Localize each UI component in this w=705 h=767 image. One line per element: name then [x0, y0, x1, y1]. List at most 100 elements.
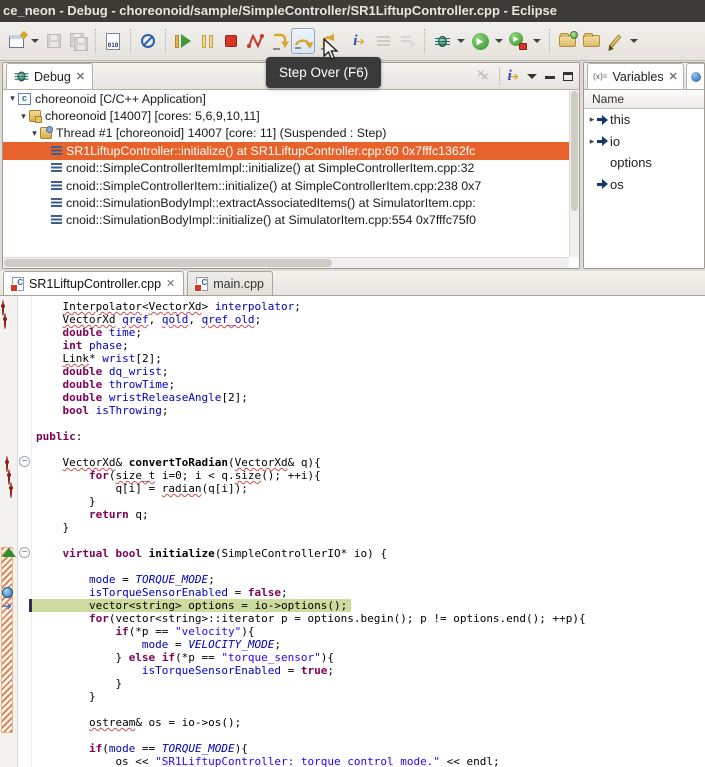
new-wizard-button[interactable] — [4, 28, 28, 54]
save-button[interactable] — [42, 28, 66, 54]
tree-row-label: Thread #1 [choreonoid] 14007 [core: 11] … — [56, 126, 386, 140]
profile-dropdown-caret[interactable] — [533, 39, 541, 43]
new-dropdown-caret[interactable] — [31, 39, 39, 43]
tab-variables[interactable]: (x)= Variables ✕ — [587, 63, 684, 89]
code-line — [32, 534, 705, 547]
open-element-button[interactable] — [579, 28, 603, 54]
remove-terminated-icon[interactable] — [477, 69, 491, 83]
drop-to-frame-icon — [397, 32, 417, 50]
main-toolbar: 010 i — [0, 22, 705, 61]
suspend-button[interactable] — [195, 28, 219, 54]
debug-horizontal-scrollbar[interactable] — [3, 257, 569, 268]
tree-expander[interactable]: ▾ — [7, 93, 18, 104]
debug-dropdown-caret[interactable] — [457, 39, 465, 43]
drop-to-frame-button[interactable] — [395, 28, 419, 54]
tree-expander[interactable]: ▾ — [29, 128, 40, 139]
code-line: public: — [32, 430, 705, 443]
run-button[interactable]: ▶ — [468, 28, 492, 54]
tab-debug[interactable]: Debug ✕ — [6, 63, 93, 89]
cpp-file-icon — [196, 277, 208, 291]
tree-row[interactable]: ▾ Thread #1 [choreonoid] 14007 [core: 11]… — [3, 125, 579, 142]
tab-breakpoints-partial[interactable] — [686, 63, 705, 89]
code-line — [32, 729, 705, 742]
view-menu-icon[interactable] — [527, 74, 537, 79]
collapse-icon[interactable]: − — [19, 547, 30, 558]
stack-frame-row[interactable]: cnoid::SimulationBodyImpl::initialize() … — [3, 212, 579, 229]
new-project-folder-icon — [559, 35, 576, 47]
variable-name: this — [610, 112, 630, 127]
thread-icon — [40, 127, 52, 139]
editor-body[interactable]: ➔ −− Interpolator<VectorXd> interpolator… — [0, 296, 705, 767]
binary-editor-button[interactable]: 010 — [101, 28, 125, 54]
collapse-icon[interactable]: − — [19, 456, 30, 467]
variable-row[interactable]: ▸ io — [584, 131, 704, 153]
variable-name: io — [610, 134, 620, 149]
debug-launch-tree[interactable]: ▾cchoreonoid [C/C++ Application]▾choreon… — [3, 90, 579, 268]
variable-row[interactable]: options — [584, 152, 704, 174]
c-app-icon: c — [18, 93, 31, 105]
resume-button[interactable] — [171, 28, 195, 54]
instruction-stepping-button[interactable]: i — [347, 28, 371, 54]
variable-expander[interactable]: ▸ — [584, 114, 597, 125]
code-line: mode = VELOCITY_MODE; — [32, 638, 705, 651]
step-into-button[interactable] — [267, 28, 291, 54]
code-line — [32, 417, 705, 430]
frame-icon — [51, 163, 62, 173]
code-line: double dq_wrist; — [32, 365, 705, 378]
terminate-button[interactable] — [219, 28, 243, 54]
stack-frame-row[interactable]: cnoid::SimpleControllerItemImpl::initial… — [3, 160, 579, 177]
editor-tab-main-cpp[interactable]: main.cpp — [187, 271, 273, 295]
instruction-stepping-mode-icon[interactable]: i — [508, 69, 519, 84]
variable-row[interactable]: ▸ this — [584, 109, 704, 131]
profile-button[interactable]: ▶ — [506, 28, 530, 54]
new-icon — [9, 35, 24, 48]
editor-tab-sr1liftupcontroller-cpp[interactable]: SR1LiftupController.cpp✕ — [3, 271, 184, 295]
change-bar — [1, 547, 13, 733]
profile-icon: ▶ — [509, 32, 527, 50]
variables-tab-close-icon[interactable]: ✕ — [669, 70, 678, 83]
stack-frame-row[interactable]: SR1LiftupController::initialize() at SR1… — [3, 142, 579, 159]
variable-row[interactable]: os — [584, 174, 704, 196]
code-line: bool isThrowing; — [32, 404, 705, 417]
editor-tabstrip: SR1LiftupController.cpp✕main.cpp — [0, 271, 705, 296]
code-line: } — [32, 690, 705, 703]
save-all-icon — [70, 33, 86, 49]
step-into-icon — [269, 31, 289, 51]
new-cpp-project-button[interactable] — [555, 28, 579, 54]
variable-arrow-icon — [597, 179, 610, 189]
maximize-icon[interactable] — [563, 72, 573, 81]
disconnect-button[interactable] — [243, 28, 267, 54]
stack-frame-row[interactable]: cnoid::SimpleControllerItem::initialize(… — [3, 177, 579, 194]
stack-frame-row[interactable]: cnoid::SimulationBodyImpl::extractAssoci… — [3, 194, 579, 211]
binary-icon: 010 — [106, 33, 120, 50]
annotation-ruler[interactable]: ➔ — [0, 296, 18, 767]
step-over-button[interactable] — [291, 28, 315, 54]
save-all-button[interactable] — [66, 28, 90, 54]
code-line: q[i] = radian(q[i]); — [32, 482, 705, 495]
code-line: if(*p == "velocity"){ — [32, 625, 705, 638]
mouse-cursor — [322, 38, 340, 62]
debug-tab-close-icon[interactable]: ✕ — [76, 70, 85, 83]
debug-vertical-scrollbar[interactable] — [569, 90, 579, 257]
tree-row[interactable]: ▾choreonoid [14007] [cores: 5,6,9,10,11] — [3, 107, 579, 124]
debug-button[interactable] — [430, 28, 454, 54]
variable-expander[interactable]: ▸ — [584, 136, 597, 147]
show-full-paths-button[interactable] — [371, 28, 395, 54]
process-icon — [29, 110, 41, 122]
editor-tab-close-icon[interactable]: ✕ — [166, 277, 175, 290]
folding-ruler[interactable]: −− — [18, 296, 32, 767]
search-markers-button[interactable] — [603, 28, 627, 54]
code-line: } else if(*p == "torque_sensor"){ — [32, 651, 705, 664]
frame-icon — [51, 146, 62, 156]
skip-breakpoints-button[interactable] — [136, 28, 160, 54]
run-dropdown-caret[interactable] — [495, 39, 503, 43]
pen-icon — [609, 34, 622, 48]
minimize-icon[interactable] — [545, 76, 555, 79]
variables-name-header[interactable]: Name — [584, 90, 704, 109]
tree-expander[interactable]: ▾ — [18, 111, 29, 122]
tree-row[interactable]: ▾cchoreonoid [C/C++ Application] — [3, 90, 579, 107]
code-line: if(mode == TORQUE_MODE){ — [32, 742, 705, 755]
code-line: return q; — [32, 508, 705, 521]
code-text[interactable]: Interpolator<VectorXd> interpolator;Vect… — [32, 300, 705, 767]
search-dropdown-caret[interactable] — [630, 39, 638, 43]
